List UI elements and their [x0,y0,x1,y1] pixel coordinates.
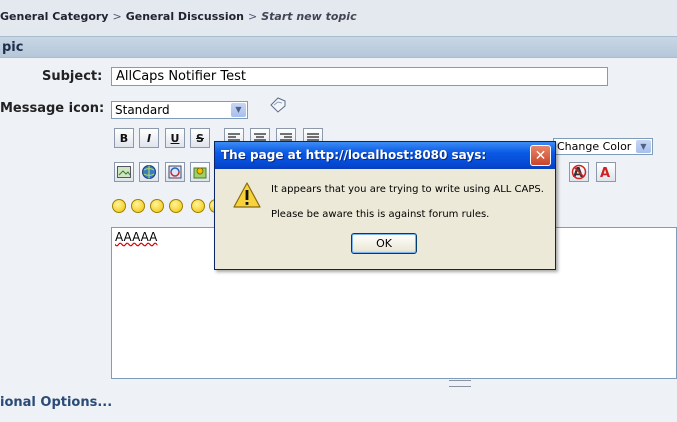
subject-input[interactable]: AllCaps Notifier Test [111,67,608,86]
wink-icon[interactable] [131,199,145,213]
message-icon-select[interactable]: Standard ▼ [111,101,248,119]
font-color-icon: A [600,166,610,179]
alert-dialog: The page at http://localhost:8080 says: … [214,141,556,270]
bold-button[interactable]: B [114,128,134,148]
ok-button-label: OK [376,237,392,250]
emoticon-folder-icon [193,167,207,179]
globe-link-icon [142,165,156,179]
strikethrough-button[interactable]: S [190,128,210,148]
dialog-message-line-2: Please be aware this is against forum ru… [271,209,490,220]
image-icon [117,166,131,178]
message-icon-label: Message icon: [0,101,105,116]
italic-button[interactable]: I [139,128,159,148]
underline-icon: U [170,131,180,145]
svg-text:A: A [600,166,610,179]
breadcrumb: General Category > General Discussion > Star… [0,0,677,34]
grin-icon[interactable] [169,199,183,213]
subject-label: Subject: [42,69,103,84]
breadcrumb-current: Start new topic [261,10,357,23]
close-button[interactable]: ✕ [530,145,551,166]
resize-handle[interactable] [449,380,471,387]
breadcrumb-separator: > [112,10,122,23]
underline-button[interactable]: U [165,128,185,148]
cheesy-icon[interactable] [150,199,164,213]
strikethrough-icon: S [196,131,204,145]
font-color-button[interactable]: A [596,162,616,182]
smiley-icon[interactable] [112,199,126,213]
close-icon: ✕ [534,147,547,164]
chevron-down-icon: ▼ [231,103,246,117]
remove-format-button[interactable]: A [569,162,589,182]
insert-image-button[interactable] [114,162,134,182]
angry-icon[interactable] [191,199,205,213]
message-text: AAAAA [115,230,158,244]
section-header: pic [0,36,677,58]
change-color-value: Change Color [557,140,632,153]
insert-media-button[interactable] [165,162,185,182]
bold-icon: B [119,131,129,145]
italic-icon: I [146,131,152,145]
insert-smiley-button[interactable] [190,162,210,182]
breadcrumb-category[interactable]: General Category [0,10,108,23]
ok-button[interactable]: OK [351,233,417,254]
dialog-titlebar[interactable]: The page at http://localhost:8080 says: [215,142,555,169]
remove-format-icon: A [571,164,587,180]
message-icon-select-value: Standard [115,103,170,117]
change-color-select[interactable]: Change Color ▼ [553,138,653,155]
message-icon-preview-icon [268,96,288,114]
chevron-down-icon: ▼ [636,140,651,153]
warning-icon [232,181,262,209]
refresh-media-icon [168,165,182,179]
insert-link-button[interactable] [139,162,159,182]
additional-options-link[interactable]: ional Options... [0,395,112,410]
dialog-title: The page at http://localhost:8080 says: [221,148,487,162]
breadcrumb-separator: > [248,10,258,23]
dialog-message-line-1: It appears that you are trying to write … [271,184,544,195]
breadcrumb-forum[interactable]: General Discussion [126,10,244,23]
